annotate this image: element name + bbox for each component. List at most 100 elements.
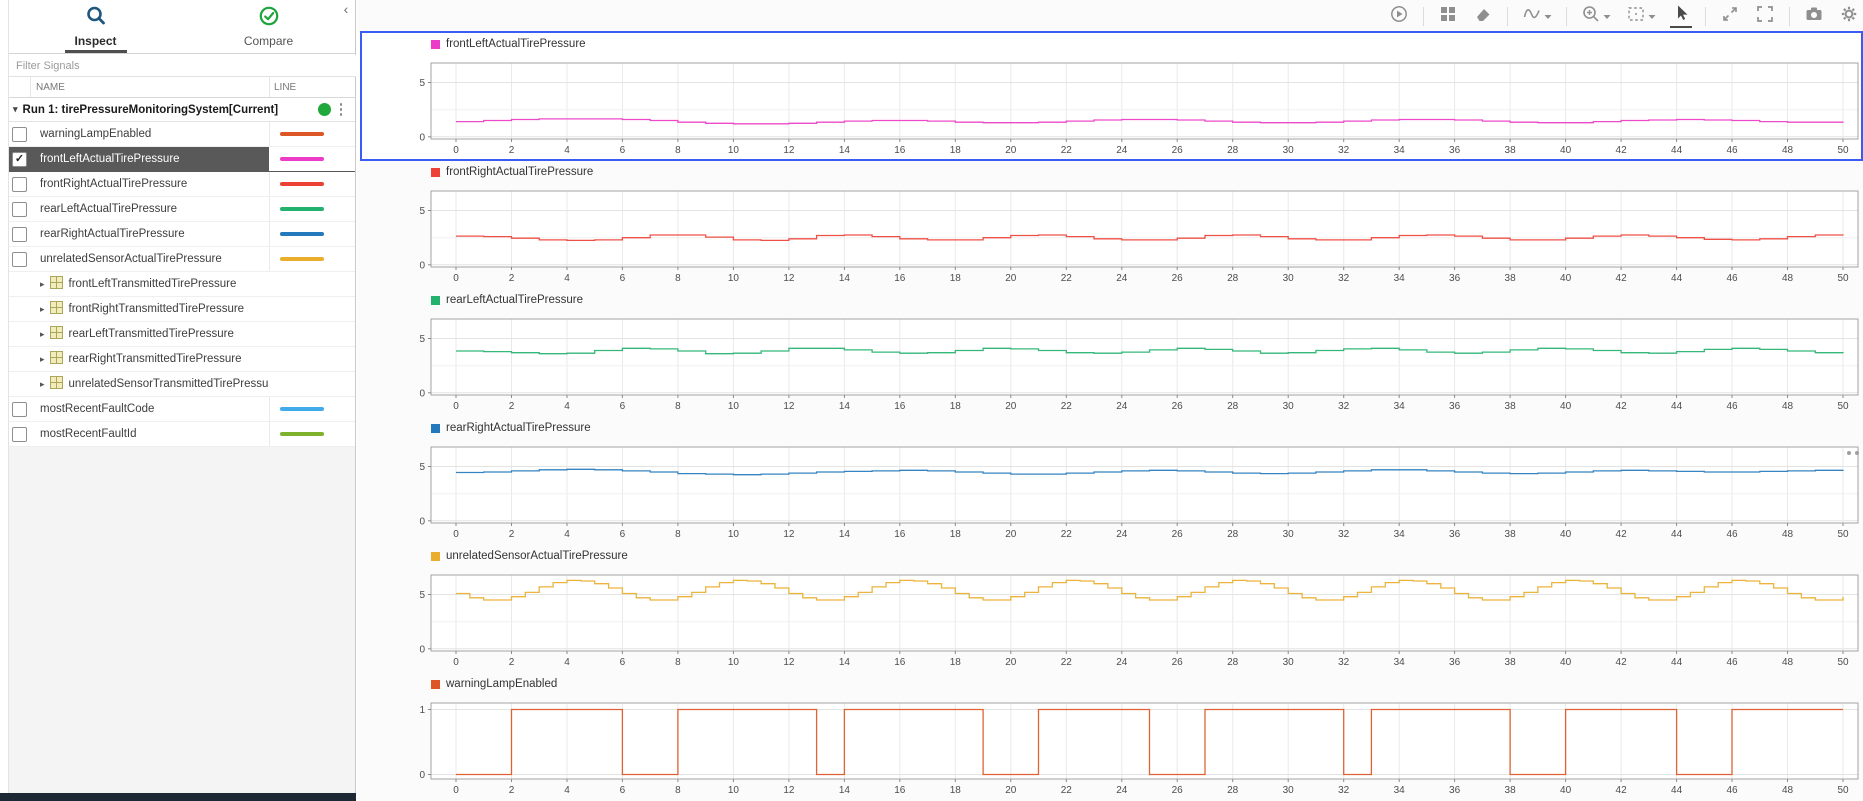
line-style-cell: [269, 397, 355, 421]
tab-inspect[interactable]: Inspect: [9, 0, 182, 53]
magnifier-icon: [85, 5, 107, 32]
plot-options-dots[interactable]: [1847, 451, 1859, 455]
svg-text:2: 2: [509, 785, 515, 796]
checkbox-cell: [9, 322, 31, 346]
eraser-button[interactable]: [1472, 4, 1494, 28]
svg-text:12: 12: [783, 657, 795, 668]
signal-row[interactable]: rearRightActualTirePressure: [9, 222, 355, 247]
signal-name: mostRecentFaultCode: [40, 403, 155, 415]
checkbox-cell: ✓: [9, 147, 31, 171]
checkbox-cell: [9, 347, 31, 371]
svg-text:6: 6: [620, 657, 626, 668]
line-style-cell: [269, 372, 355, 396]
zoom-in-button[interactable]: [1580, 4, 1612, 28]
tab-inspect-label: Inspect: [74, 34, 117, 48]
toolbar-divider: [1423, 6, 1424, 26]
run-menu-kebab-icon[interactable]: [339, 103, 342, 116]
svg-text:40: 40: [1560, 529, 1572, 540]
toolbar-divider: [1789, 6, 1790, 26]
expand-icon[interactable]: ▸: [40, 379, 45, 390]
signal-row[interactable]: warningLampEnabled: [9, 122, 355, 147]
signal-checkbox[interactable]: [12, 426, 27, 442]
signal-trace-button[interactable]: [1521, 4, 1553, 28]
svg-text:22: 22: [1061, 529, 1073, 540]
svg-text:48: 48: [1782, 785, 1794, 796]
legend-color-swatch: [431, 551, 440, 561]
svg-text:12: 12: [783, 785, 795, 796]
svg-text:16: 16: [894, 145, 906, 156]
signal-checkbox[interactable]: [12, 176, 27, 192]
signal-plot-rearLeftActualTirePressure[interactable]: 0 2 4 6 8 10 12 14 16 18 20 22 24 26 28 30 32 34 36 38 40 42 4…: [357, 289, 1863, 417]
svg-text:16: 16: [894, 401, 906, 412]
signal-row[interactable]: rearLeftActualTirePressure: [9, 197, 355, 222]
signal-row[interactable]: unrelatedSensorActualTirePressure: [9, 247, 355, 272]
svg-text:26: 26: [1172, 145, 1184, 156]
checkbox-cell: [9, 422, 31, 446]
camera-button[interactable]: [1803, 4, 1825, 28]
tab-compare[interactable]: Compare: [182, 0, 355, 53]
run-title: Run 1: tirePressureMonitoringSystem[Curr…: [22, 103, 279, 116]
header-line-column: LINE: [269, 77, 355, 97]
signal-row[interactable]: frontRightActualTirePressure: [9, 172, 355, 197]
svg-text:16: 16: [894, 273, 906, 284]
legend-color-swatch: [431, 167, 440, 177]
signal-checkbox[interactable]: [12, 201, 27, 217]
signal-plot-unrelatedSensorActualTirePressure[interactable]: 0 2 4 6 8 10 12 14 16 18 20 22 24 26 28 30 32 34 36 38 40 42 4…: [357, 545, 1863, 673]
gear-button[interactable]: [1838, 4, 1860, 28]
fit-to-view-button[interactable]: [1625, 4, 1657, 28]
run-expand-icon[interactable]: ▾: [13, 104, 18, 115]
signal-plot-warningLampEnabled[interactable]: 0 2 4 6 8 10 12 14 16 18 20 22 24 26 28 30 32 34 36 38 40 42 4…: [357, 673, 1863, 801]
layout-grid-button[interactable]: [1437, 4, 1459, 28]
svg-text:10: 10: [728, 657, 740, 668]
signal-plot-rearRightActualTirePressure[interactable]: 0 2 4 6 8 10 12 14 16 18 20 22 24 26 28 30 32 34 36 38 40 42 4…: [357, 417, 1863, 545]
signal-plot-frontLeftActualTirePressure[interactable]: 0 2 4 6 8 10 12 14 16 18 20 22 24 26 28 30 32 34 36 38 40 42 4…: [357, 33, 1863, 161]
signal-plot-frontRightActualTirePressure[interactable]: 0 2 4 6 8 10 12 14 16 18 20 22 24 26 28 30 32 34 36 38 40 42 4…: [357, 161, 1863, 289]
signal-row[interactable]: ✓ frontLeftActualTirePressure: [9, 147, 355, 172]
signal-checkbox[interactable]: [12, 226, 27, 242]
fullscreen-button[interactable]: [1754, 4, 1776, 28]
signal-row[interactable]: mostRecentFaultCode: [9, 397, 355, 422]
svg-text:42: 42: [1616, 657, 1628, 668]
replay-button[interactable]: [1388, 4, 1410, 28]
svg-text:46: 46: [1726, 529, 1738, 540]
signal-name: rearRightActualTirePressure: [40, 228, 185, 240]
expand-diagonal-button[interactable]: [1719, 4, 1741, 28]
svg-text:34: 34: [1394, 273, 1406, 284]
svg-text:18: 18: [950, 529, 962, 540]
bus-signal-row[interactable]: ▸ frontLeftTransmittedTirePressure: [9, 272, 355, 297]
expand-icon[interactable]: ▸: [40, 354, 45, 365]
checkbox-cell: [9, 372, 31, 396]
bus-signal-row[interactable]: ▸ unrelatedSensorTransmittedTirePressu: [9, 372, 355, 397]
svg-text:34: 34: [1394, 785, 1406, 796]
svg-text:14: 14: [839, 273, 851, 284]
toolbar-divider: [1507, 6, 1508, 26]
signal-checkbox[interactable]: [12, 126, 27, 142]
signal-checkbox[interactable]: [12, 401, 27, 417]
bus-signal-row[interactable]: ▸ frontRightTransmittedTirePressure: [9, 297, 355, 322]
signal-name: unrelatedSensorActualTirePressure: [40, 253, 222, 265]
svg-text:12: 12: [783, 401, 795, 412]
bus-signal-row[interactable]: ▸ rearRightTransmittedTirePressure: [9, 347, 355, 372]
toolbar-divider: [1705, 6, 1706, 26]
svg-text:16: 16: [894, 529, 906, 540]
signal-row[interactable]: mostRecentFaultId: [9, 422, 355, 447]
svg-text:0: 0: [453, 401, 459, 412]
header-check-column: [9, 77, 31, 97]
svg-text:2: 2: [509, 401, 515, 412]
svg-text:46: 46: [1726, 785, 1738, 796]
expand-icon[interactable]: ▸: [40, 329, 45, 340]
signal-checkbox[interactable]: ✓: [12, 151, 27, 167]
filter-signals-input[interactable]: [9, 55, 356, 77]
run-status-dot: [317, 103, 331, 116]
signal-checkbox[interactable]: [12, 251, 27, 267]
svg-text:32: 32: [1338, 145, 1350, 156]
bus-signal-row[interactable]: ▸ rearLeftTransmittedTirePressure: [9, 322, 355, 347]
svg-text:38: 38: [1505, 785, 1517, 796]
arrow-cursor-button[interactable]: [1670, 4, 1692, 28]
expand-icon[interactable]: ▸: [40, 304, 45, 315]
expand-icon[interactable]: ▸: [40, 279, 45, 290]
run-row[interactable]: ▾ Run 1: tirePressureMonitoringSystem[Cu…: [9, 98, 355, 122]
svg-text:16: 16: [894, 657, 906, 668]
svg-text:46: 46: [1726, 401, 1738, 412]
collapse-panel-chevron-icon[interactable]: ‹: [338, 1, 354, 17]
